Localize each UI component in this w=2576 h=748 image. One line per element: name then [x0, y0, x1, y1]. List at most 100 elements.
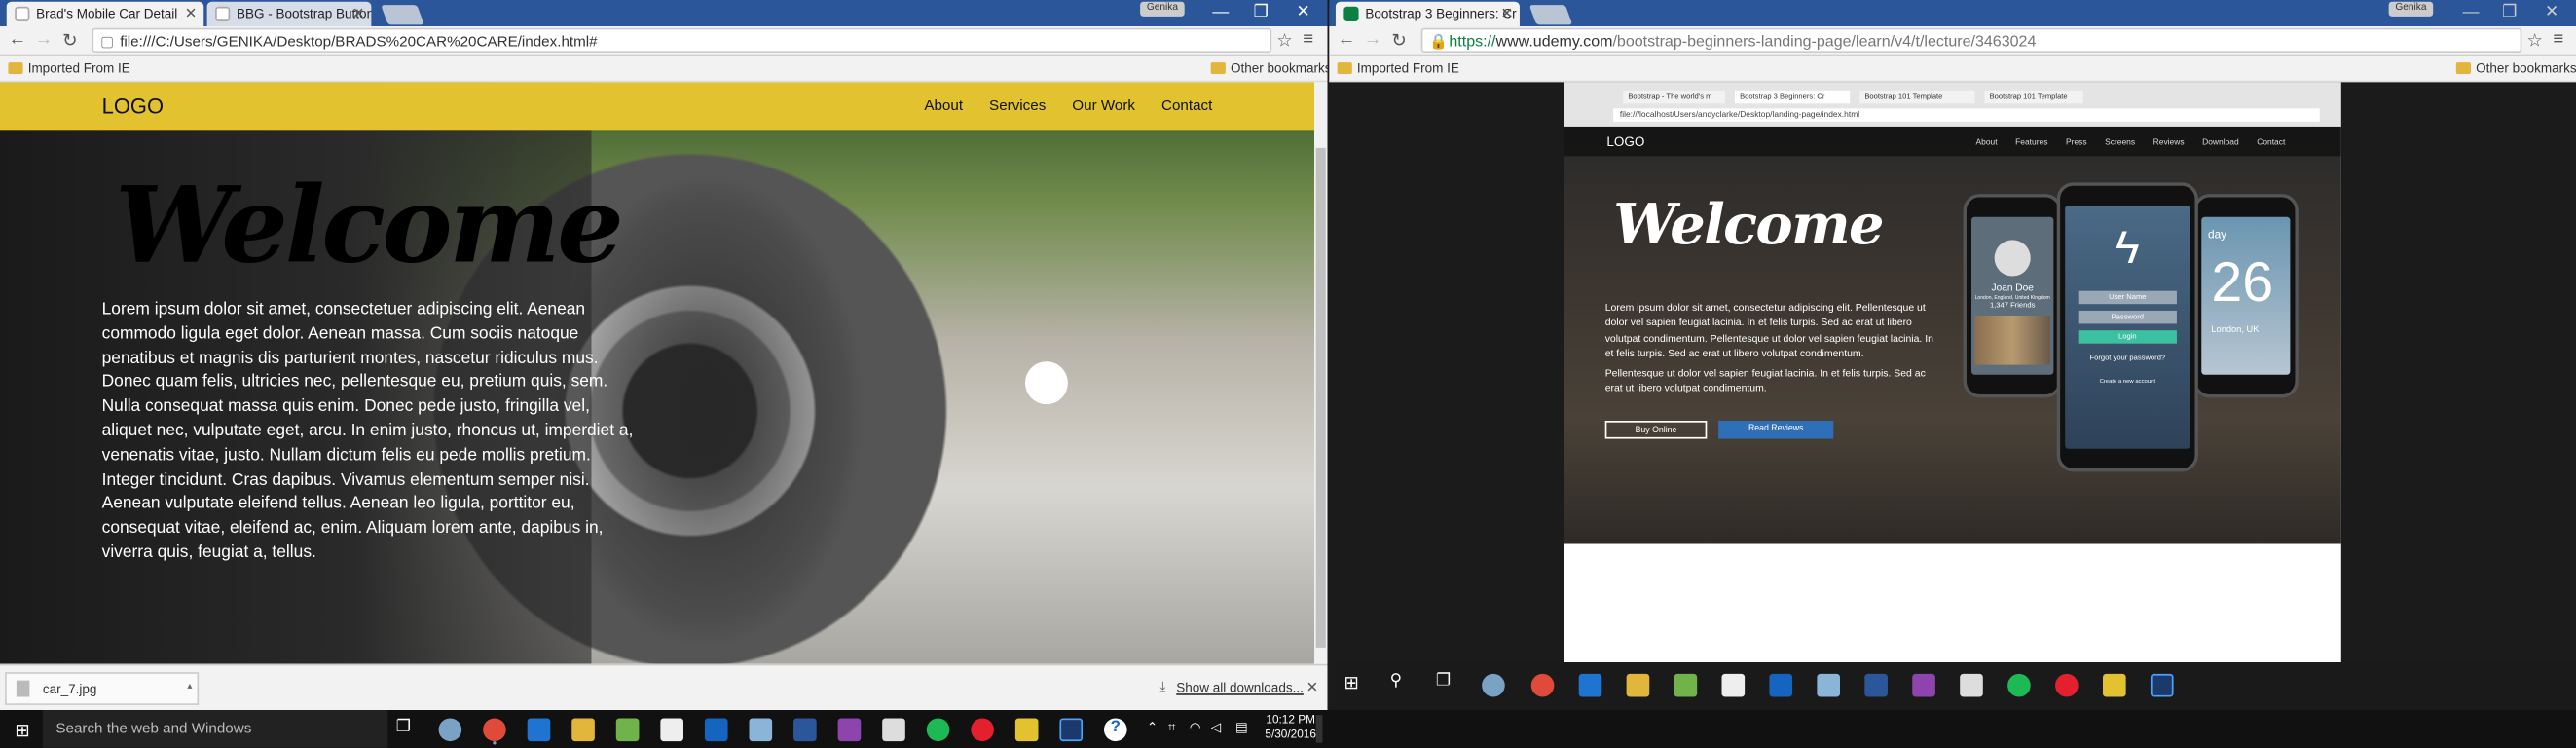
edge-taskbar-icon[interactable] — [527, 718, 551, 742]
video-tab: Bootstrap 101 Template — [1859, 90, 1975, 104]
store-taskbar-icon[interactable] — [660, 718, 683, 742]
notepad-taskbar-icon[interactable] — [615, 718, 640, 742]
nav-contact[interactable]: Contact — [1161, 97, 1212, 114]
show-all-downloads-link[interactable]: Show all downloads... — [1176, 681, 1304, 695]
reload-icon[interactable]: ↻ — [1391, 29, 1407, 51]
photoshop-taskbar-icon[interactable] — [1059, 718, 1084, 742]
right-toolbar: ← → ↻ 🔒 https://www.udemy.com/bootstrap-… — [1329, 26, 2576, 56]
restore-icon[interactable]: ❐ — [2502, 3, 2517, 21]
close-tab-icon[interactable]: ✕ — [352, 5, 365, 23]
app-taskbar-icon[interactable] — [749, 718, 773, 742]
app-icon[interactable] — [438, 718, 462, 742]
close-downloads-icon[interactable]: ✕ — [1306, 679, 1319, 697]
show-desktop-button[interactable] — [1315, 715, 1323, 743]
video-logo: LOGO — [1606, 134, 1645, 150]
bookmark-imported-from-ie[interactable]: Imported From IE — [1337, 60, 1459, 76]
user-badge[interactable]: Genika — [2388, 1, 2434, 17]
back-arrow-icon[interactable]: ← — [8, 29, 26, 49]
tab-udemy-bootstrap[interactable]: Bootstrap 3 Beginners: Cr ✕ — [1335, 1, 1520, 26]
video-tab: Bootstrap 101 Template — [1984, 90, 2083, 104]
tab-bbg[interactable]: BBG - Bootstrap Button G ✕ — [206, 1, 372, 26]
bookmark-other[interactable]: Other bookmarks — [1210, 60, 1328, 76]
star-icon[interactable]: ☆ — [2526, 29, 2543, 51]
reload-icon[interactable]: ↻ — [62, 29, 78, 51]
windows-start-icon[interactable]: ⊞ — [15, 720, 30, 741]
lightning-icon: ϟ — [2115, 221, 2140, 274]
app-icon — [1482, 673, 1505, 697]
calculator-taskbar-icon[interactable] — [882, 718, 905, 742]
nav-our-work[interactable]: Our Work — [1072, 97, 1135, 114]
video-tab: Bootstrap 3 Beginners: Cr — [1735, 90, 1851, 104]
word-taskbar-icon[interactable] — [793, 718, 817, 742]
video-welcome-heading: Welcome — [1613, 192, 1884, 258]
scrollbar-thumb[interactable] — [1315, 147, 1326, 648]
edge-icon — [1578, 673, 1602, 697]
close-window-icon[interactable]: ✕ — [2545, 3, 2558, 21]
udemy-lecture-page: Bootstrap - The world's m Bootstrap 3 Be… — [1329, 82, 2576, 663]
close-window-icon[interactable]: ✕ — [1296, 3, 1309, 21]
visual-studio-icon — [1912, 673, 1935, 697]
restore-icon[interactable]: ❐ — [1254, 3, 1269, 21]
star-icon[interactable]: ☆ — [1276, 29, 1293, 51]
video-hero: LOGO About Features Press Screens Review… — [1564, 126, 2341, 544]
menu-icon[interactable]: ≡ — [1303, 29, 1313, 49]
visual-studio-taskbar-icon[interactable] — [837, 718, 862, 742]
outlook-taskbar-icon[interactable] — [704, 718, 728, 742]
bookmark-imported-from-ie[interactable]: Imported From IE — [8, 60, 130, 76]
chevron-up-icon[interactable]: ⌃ — [1147, 720, 1158, 734]
udemy-icon — [1343, 6, 1359, 21]
address-bar[interactable]: ▢ file:///C:/Users/GENIKA/Desktop/BRADS%… — [92, 27, 1272, 53]
chrome-taskbar-icon[interactable] — [483, 718, 506, 742]
nav-services[interactable]: Services — [989, 97, 1046, 114]
volume-icon[interactable]: ◁ — [1211, 720, 1221, 734]
bookmarks-bar: Imported From IE Other bookmarks — [1329, 56, 2576, 83]
forward-arrow-icon[interactable]: → — [1364, 29, 1382, 49]
explorer-icon — [1626, 673, 1650, 697]
site-logo[interactable]: LOGO — [102, 94, 164, 118]
notification-icon[interactable]: ▤ — [1235, 720, 1248, 734]
chevron-up-icon[interactable]: ▴ — [187, 681, 192, 692]
user-badge[interactable]: Genika — [1140, 1, 1185, 17]
back-arrow-icon[interactable]: ← — [1338, 29, 1356, 49]
downloads-bar: car_7.jpg ▴ ⤓ Show all downloads... ✕ — [0, 663, 1328, 710]
network-icon[interactable]: ⌗ — [1168, 720, 1176, 736]
help-icon[interactable]: ? — [1104, 718, 1127, 742]
page-scrollbar[interactable] — [1314, 82, 1328, 664]
car-detail-page: LOGO About Services Our Work Contact Wel… — [0, 82, 1314, 664]
search-icon: ⚲ — [1389, 672, 1402, 691]
spotify-taskbar-icon[interactable] — [926, 718, 950, 742]
explorer-taskbar-icon[interactable] — [571, 718, 595, 742]
folder-app-taskbar-icon[interactable] — [1014, 718, 1039, 742]
folder-app-icon — [2103, 673, 2126, 697]
new-tab-button[interactable] — [1528, 5, 1573, 25]
address-bar[interactable]: 🔒 https://www.udemy.com/bootstrap-beginn… — [1420, 27, 2522, 53]
minimize-icon[interactable]: — — [1212, 3, 1229, 21]
bookmark-other[interactable]: Other bookmarks — [2455, 60, 2576, 76]
lecture-video-player[interactable]: Bootstrap - The world's m Bootstrap 3 Be… — [1564, 82, 2341, 663]
welcome-heading: Welcome — [115, 164, 624, 288]
nav-links: About Services Our Work Contact — [924, 97, 1212, 114]
taskbar-search-box[interactable]: Search the web and Windows — [42, 710, 388, 748]
word-icon — [1864, 673, 1888, 697]
tab-brads-car-detail[interactable]: Brad's Mobile Car Detail ✕ — [6, 1, 204, 26]
close-tab-icon[interactable]: ✕ — [185, 5, 198, 23]
photoshop-icon — [2150, 673, 2174, 697]
site-navbar: LOGO About Services Our Work Contact — [0, 82, 1314, 131]
right-browser-window: Bootstrap 3 Beginners: Cr ✕ Genika — ❐ ✕… — [1329, 0, 2576, 710]
phone-login: ϟ User Name Password Login Forgot your p… — [2056, 182, 2198, 472]
system-clock[interactable]: 10:12 PM 5/30/2016 — [1265, 713, 1316, 742]
close-tab-icon[interactable]: ✕ — [1500, 5, 1513, 23]
chrome-icon — [1530, 673, 1555, 697]
download-item[interactable]: car_7.jpg ▴ — [5, 672, 200, 705]
hero-paragraph: Lorem ipsum dolor sit amet, consectetuer… — [101, 300, 634, 563]
video-taskbar: ⊞ ⚲ ❐ — [1329, 662, 2576, 710]
minimize-icon[interactable]: — — [2463, 3, 2480, 21]
new-tab-button[interactable] — [381, 5, 424, 25]
nav-about[interactable]: About — [924, 97, 963, 114]
video-address-bar: file:///localhost/Users/andyclarke/Deskt… — [1613, 108, 2320, 122]
forward-arrow-icon[interactable]: → — [34, 29, 53, 49]
task-view-icon[interactable]: ❐ — [396, 718, 411, 736]
wifi-icon[interactable]: ◠ — [1190, 720, 1201, 734]
menu-icon[interactable]: ≡ — [2553, 29, 2563, 49]
opera-taskbar-icon[interactable] — [971, 718, 994, 742]
